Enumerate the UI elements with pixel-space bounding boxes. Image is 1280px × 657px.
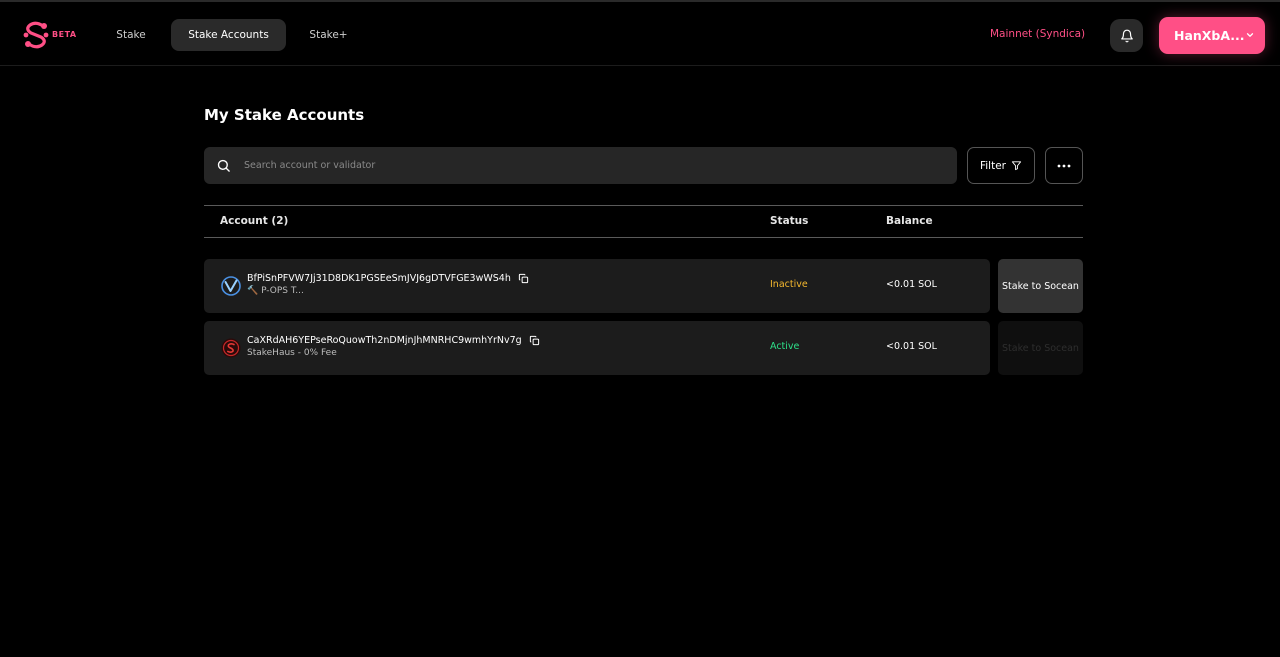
page-title: My Stake Accounts [204,106,365,124]
more-options-button[interactable] [1045,147,1083,184]
account-address-text[interactable]: CaXRdAH6YEPseRoQuowTh2nDMjnJhMNRHC9wmhYr… [247,335,522,346]
column-header-status[interactable]: Status [770,215,808,227]
account-address-text[interactable]: BfPiSnPFVW7Jj31D8DK1PGSEeSmJVJ6gDTVFGE3w… [247,273,511,284]
table-row[interactable]: CaXRdAH6YEPseRoQuowTh2nDMjnJhMNRHC9wmhYr… [204,321,990,375]
tab-stake-accounts[interactable]: Stake Accounts [171,19,286,51]
search-bar [204,147,957,184]
balance-value: <0.01 SOL [886,341,937,352]
account-address: CaXRdAH6YEPseRoQuowTh2nDMjnJhMNRHC9wmhYr… [247,335,540,346]
validator-pops-icon [221,276,241,296]
more-horizontal-icon [1057,164,1071,167]
column-header-balance[interactable]: Balance [886,215,933,227]
tab-stake-plus[interactable]: Stake+ [302,19,355,51]
bell-icon [1120,29,1133,42]
filter-button[interactable]: Filter [967,147,1035,184]
top-nav-bar: BETA Stake Stake Accounts Stake+ Mainnet… [0,0,1280,66]
status-badge: Active [770,341,800,352]
chevron-down-icon [1246,33,1254,37]
filter-icon [1011,161,1022,171]
copy-icon[interactable] [529,335,540,346]
stake-to-socean-button: Stake to Socean [998,321,1083,375]
wallet-address-label: HanXbA... [1174,28,1245,43]
search-icon [217,159,230,172]
wallet-button[interactable]: HanXbA... [1159,17,1265,54]
search-input[interactable] [242,147,942,184]
balance-value: <0.01 SOL [886,279,937,290]
copy-icon[interactable] [518,273,529,284]
network-selector[interactable]: Mainnet (Syndica) [990,28,1090,40]
account-address: BfPiSnPFVW7Jj31D8DK1PGSEeSmJVJ6gDTVFGE3w… [247,273,529,284]
table-row[interactable]: BfPiSnPFVW7Jj31D8DK1PGSEeSmJVJ6gDTVFGE3w… [204,259,990,313]
validator-stakehaus-icon [221,338,241,358]
tab-stake[interactable]: Stake [108,19,154,51]
status-badge: Inactive [770,279,808,290]
table-header: Account (2) Status Balance [204,205,1083,238]
validator-name: 🔨 P-OPS T... [247,286,304,296]
beta-badge: BETA [52,30,77,39]
socean-logo-icon[interactable] [22,20,50,50]
stake-to-socean-button[interactable]: Stake to Socean [998,259,1083,313]
filter-label: Filter [979,159,1006,172]
notifications-button[interactable] [1110,19,1143,52]
validator-name: StakeHaus - 0% Fee [247,348,337,358]
column-header-account[interactable]: Account (2) [220,215,288,227]
